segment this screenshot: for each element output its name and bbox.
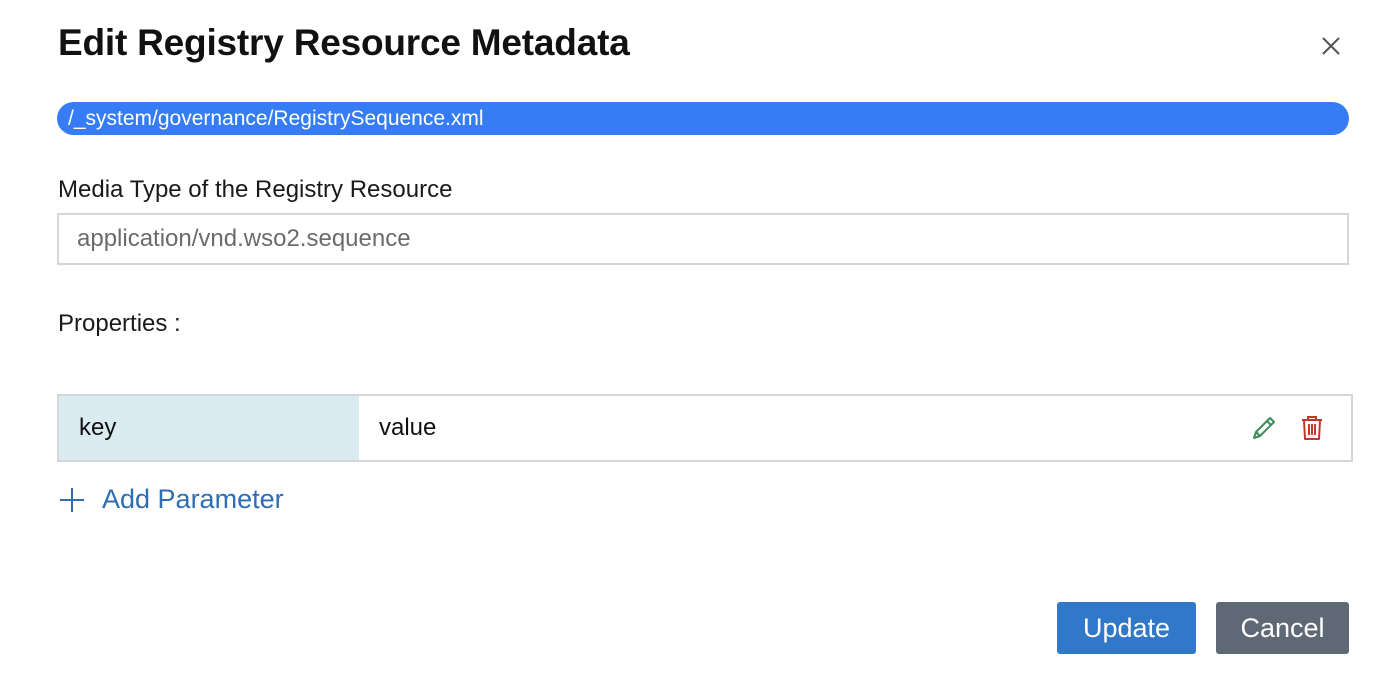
dialog-title: Edit Registry Resource Metadata (58, 22, 630, 63)
properties-label: Properties : (58, 310, 181, 337)
media-type-input[interactable] (57, 213, 1349, 265)
update-button[interactable]: Update (1057, 602, 1196, 654)
property-row: key value (57, 394, 1353, 462)
resource-path-badge: /_system/governance/RegistrySequence.xml (57, 102, 1349, 135)
close-icon (1322, 37, 1340, 55)
edit-metadata-dialog: Edit Registry Resource Metadata /_system… (0, 0, 1390, 694)
plus-icon (60, 487, 84, 512)
delete-property-button[interactable] (1297, 413, 1327, 443)
property-key: key (59, 396, 359, 460)
property-value: value (379, 414, 437, 441)
pencil-icon (1253, 417, 1275, 439)
add-parameter-label: Add Parameter (102, 484, 284, 514)
property-actions (1249, 396, 1351, 460)
media-type-label: Media Type of the Registry Resource (58, 176, 453, 203)
trash-icon (1302, 416, 1322, 440)
cancel-button[interactable]: Cancel (1216, 602, 1349, 654)
edit-property-button[interactable] (1249, 413, 1279, 443)
add-parameter-link[interactable]: Add Parameter (58, 484, 284, 515)
close-button[interactable] (1314, 29, 1348, 63)
